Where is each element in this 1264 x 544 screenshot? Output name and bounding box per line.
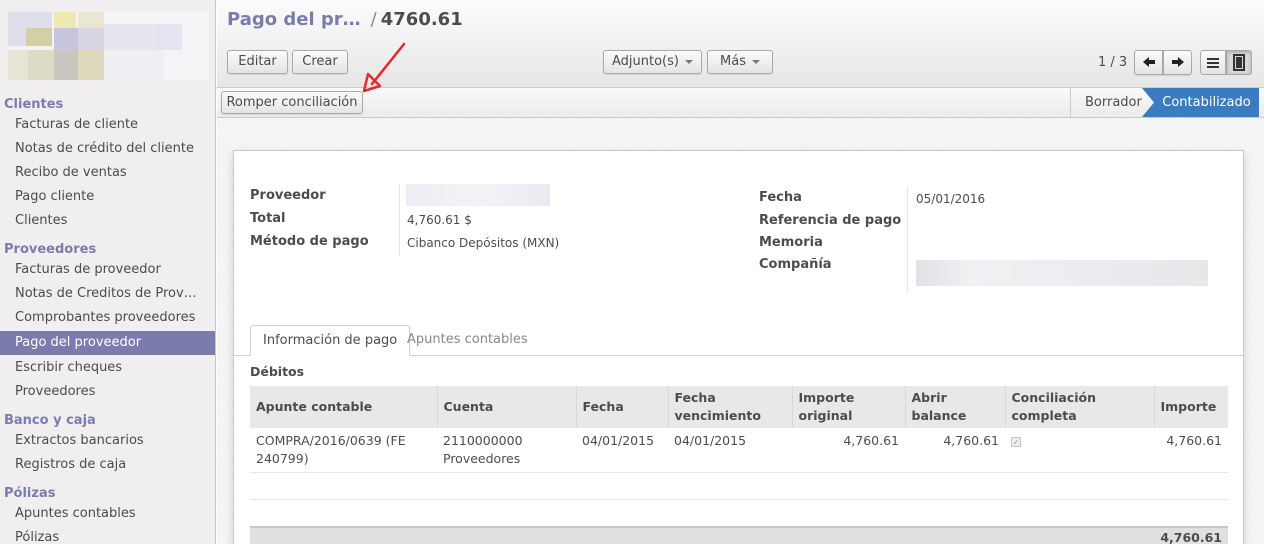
sidebar-item-recibo-ventas[interactable]: Recibo de ventas	[0, 161, 215, 185]
payment-reference-label: Referencia de pago	[759, 213, 902, 228]
table-footer: 4,760.61	[250, 526, 1228, 544]
sidebar: Clientes Facturas de cliente Notas de cr…	[0, 0, 216, 544]
cell-amount: 4,760.61	[1154, 428, 1228, 473]
sidebar-section-clientes: Clientes	[4, 97, 64, 112]
payment-method-value[interactable]: Cibanco Depósitos (MXN)	[407, 236, 559, 250]
sidebar-item-facturas-cliente[interactable]: Facturas de cliente	[0, 113, 215, 137]
breadcrumb: Pago del pr… /4760.61	[227, 9, 463, 30]
table-row-empty	[250, 472, 1228, 500]
total-label: Total	[250, 211, 286, 226]
sidebar-item-registros-caja[interactable]: Registros de caja	[0, 453, 215, 477]
company-label: Compañía	[759, 257, 832, 272]
unreconcile-button[interactable]: Romper conciliación	[221, 91, 363, 114]
sidebar-item-pago-cliente[interactable]: Pago cliente	[0, 185, 215, 209]
form-content: Proveedor Total 4,760.61 $ Método de pag…	[217, 118, 1264, 544]
column-header[interactable]: Conciliación completa	[1004, 386, 1154, 428]
arrow-left-icon	[1142, 57, 1155, 67]
caret-down-icon	[751, 59, 760, 64]
company-value-redacted[interactable]	[916, 260, 1208, 286]
cell-due-date: 04/01/2015	[668, 428, 792, 473]
more-dropdown[interactable]: Más	[707, 50, 773, 74]
form-view-button[interactable]	[1226, 50, 1252, 75]
pager-previous-button[interactable]	[1134, 50, 1163, 75]
arrow-right-icon	[1171, 57, 1184, 67]
sidebar-section-polizas: Pólizas	[4, 486, 56, 501]
column-header[interactable]: Importe	[1153, 386, 1228, 428]
sidebar-item-proveedores[interactable]: Proveedores	[0, 380, 215, 404]
company-logo[interactable]	[8, 12, 210, 80]
sidebar-item-apuntes-contables[interactable]: Apuntes contables	[0, 502, 215, 526]
breadcrumb-separator: /	[370, 9, 377, 30]
column-header[interactable]: Apunte contable	[250, 386, 437, 428]
sidebar-section-banco-caja: Banco y caja	[4, 413, 96, 428]
form-view-icon	[1233, 54, 1245, 71]
debits-total: 4,760.61	[1160, 530, 1222, 544]
column-header[interactable]: Fecha vencimiento	[667, 386, 792, 428]
total-value: 4,760.61 $	[407, 213, 472, 227]
breadcrumb-parent-link[interactable]: Pago del pr…	[227, 9, 361, 30]
partner-value-redacted[interactable]	[406, 184, 550, 206]
payment-method-label: Método de pago	[250, 234, 369, 249]
annotation-arrow-icon	[362, 42, 406, 93]
attachments-dropdown[interactable]: Adjunto(s)	[603, 50, 702, 74]
cell-open-balance: 4,760.61	[905, 428, 1005, 473]
sidebar-item-extractos-bancarios[interactable]: Extractos bancarios	[0, 429, 215, 453]
caret-down-icon	[684, 59, 693, 64]
more-label: Más	[720, 54, 746, 69]
cell-account: 2110000000 Proveedores	[437, 428, 576, 473]
cell-move-line: COMPRA/2016/0639 (FE 240799)	[250, 428, 437, 473]
cell-original-amount: 4,760.61	[792, 428, 905, 473]
sidebar-item-clientes[interactable]: Clientes	[0, 209, 215, 233]
edit-button[interactable]: Editar	[227, 50, 288, 74]
sidebar-section-proveedores: Proveedores	[4, 242, 97, 257]
memo-label: Memoria	[759, 235, 823, 250]
tab-payment-info[interactable]: Información de pago	[250, 325, 411, 356]
partner-label: Proveedor	[250, 188, 326, 203]
tab-journal-items[interactable]: Apuntes contables	[395, 325, 540, 356]
column-header[interactable]: Fecha	[575, 386, 668, 428]
status-posted: Contabilizado	[1162, 95, 1251, 110]
pager-counter[interactable]: 1 / 3	[1098, 55, 1127, 70]
debits-title: Débitos	[250, 364, 305, 379]
status-draft: Borrador	[1070, 88, 1142, 117]
sidebar-item-escribir-cheques[interactable]: Escribir cheques	[0, 356, 215, 380]
sidebar-item-pago-proveedor[interactable]: Pago del proveedor	[0, 331, 215, 355]
column-header[interactable]: Importe original	[791, 386, 905, 428]
reconcile-checkbox[interactable]: ✓	[1011, 437, 1021, 447]
form-sheet: Proveedor Total 4,760.61 $ Método de pag…	[233, 150, 1244, 544]
sidebar-item-notas-creditos-prov[interactable]: Notas de Creditos de Prov…	[0, 282, 215, 306]
table-header-row: Apunte contable Cuenta Fecha Fecha venci…	[250, 386, 1228, 428]
breadcrumb-current: 4760.61	[380, 9, 463, 30]
list-view-icon	[1207, 58, 1219, 68]
sidebar-item-polizas[interactable]: Pólizas	[0, 526, 215, 544]
list-view-button[interactable]	[1200, 50, 1226, 75]
date-label: Fecha	[759, 190, 802, 205]
create-button[interactable]: Crear	[292, 50, 348, 74]
column-header[interactable]: Cuenta	[436, 386, 576, 428]
date-value[interactable]: 05/01/2016	[916, 192, 985, 206]
debits-table: Apunte contable Cuenta Fecha Fecha venci…	[250, 386, 1228, 500]
cell-date: 04/01/2015	[576, 428, 668, 473]
cell-full-reconcile: ✓	[1005, 428, 1154, 473]
sidebar-item-comprobantes-proveedores[interactable]: Comprobantes proveedores	[0, 306, 215, 330]
sidebar-item-notas-credito-cliente[interactable]: Notas de crédito del cliente	[0, 137, 215, 161]
table-row[interactable]: COMPRA/2016/0639 (FE 240799) 2110000000 …	[250, 428, 1228, 473]
column-header[interactable]: Abrir balance	[904, 386, 1005, 428]
pager-next-button[interactable]	[1163, 50, 1192, 75]
attachments-label: Adjunto(s)	[612, 54, 679, 69]
sidebar-item-facturas-proveedor[interactable]: Facturas de proveedor	[0, 258, 215, 282]
